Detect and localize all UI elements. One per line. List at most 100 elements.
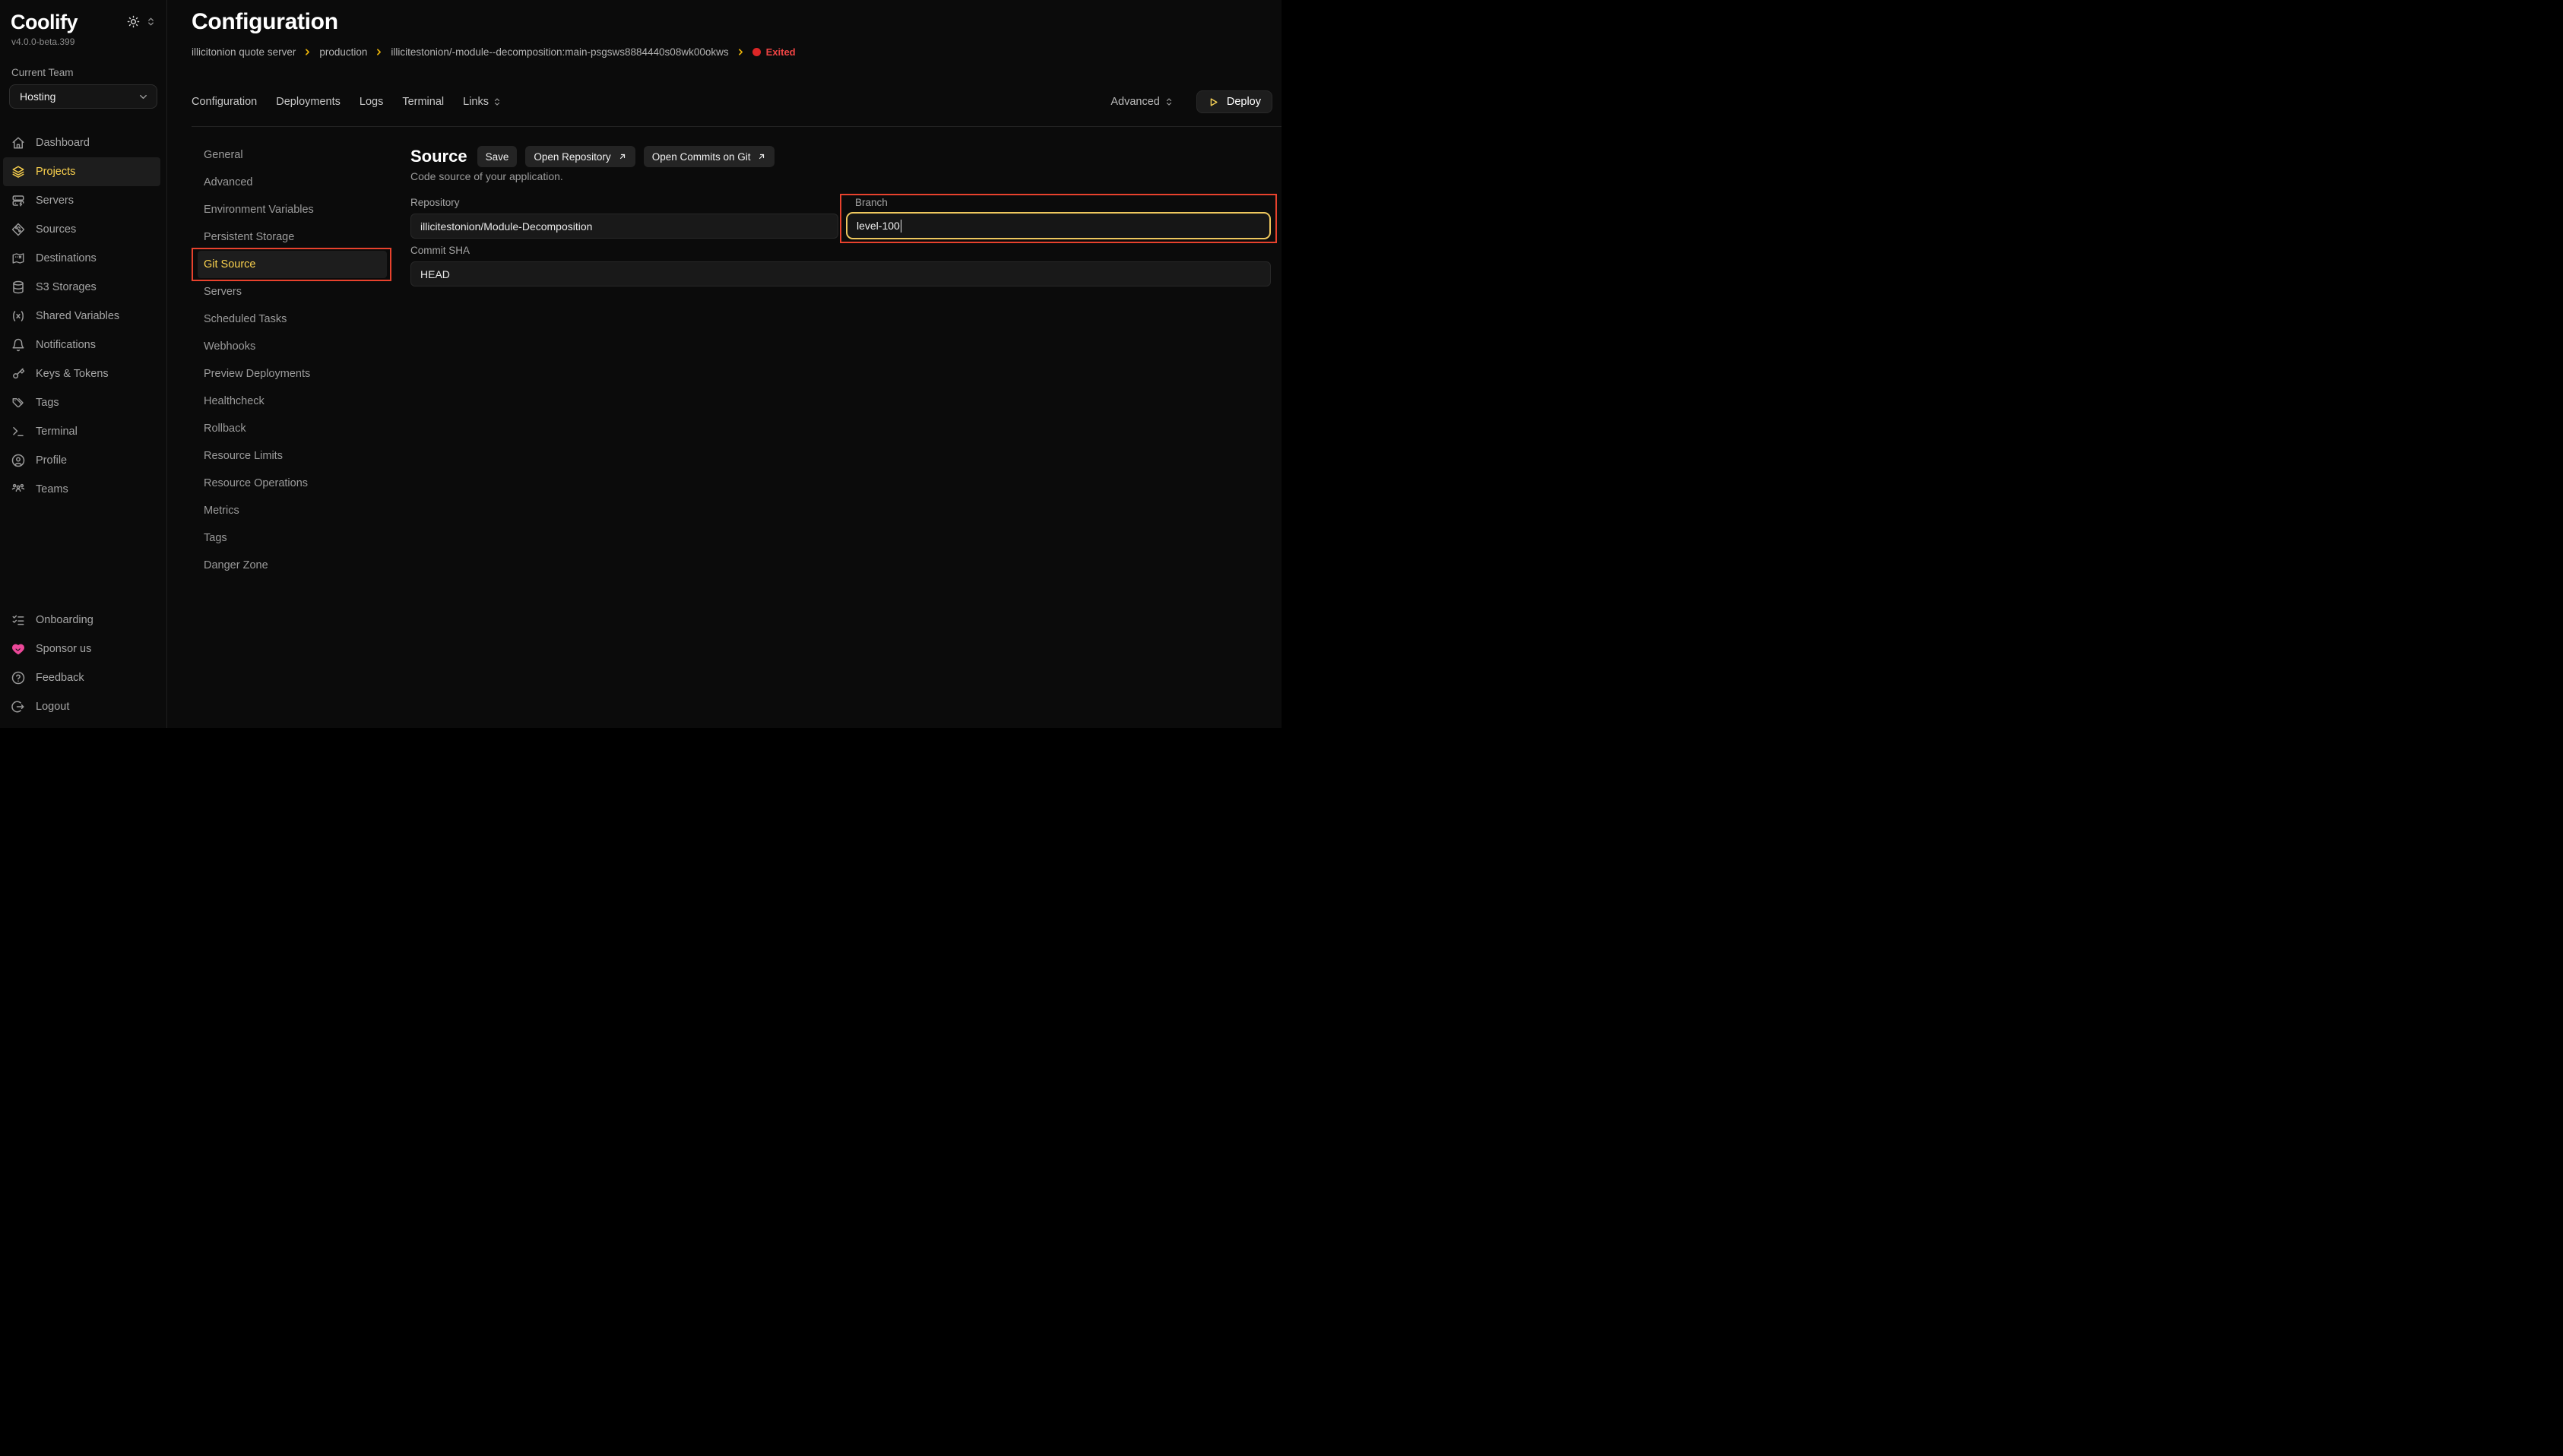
breadcrumb-resource[interactable]: illicitestonion/-module--decomposition:m… <box>391 46 728 58</box>
sidebar-item-label: Shared Variables <box>36 310 119 322</box>
subnav-healthcheck[interactable]: Healthcheck <box>198 388 387 415</box>
tab-links[interactable]: Links <box>463 96 502 108</box>
sidebar-item-sponsor[interactable]: Sponsor us <box>3 635 160 663</box>
tab-links-label: Links <box>463 96 489 108</box>
subnav-resource-operations[interactable]: Resource Operations <box>198 470 387 497</box>
subnav-environment-variables[interactable]: Environment Variables <box>198 196 387 223</box>
sidebar-item-onboarding[interactable]: Onboarding <box>3 606 160 635</box>
sidebar-item-sources[interactable]: Sources <box>3 215 160 244</box>
config-subnav: General Advanced Environment Variables P… <box>198 141 387 579</box>
heart-icon <box>11 642 25 656</box>
sidebar-item-terminal[interactable]: Terminal <box>3 417 160 446</box>
subnav-servers[interactable]: Servers <box>198 278 387 305</box>
tabs-row: Configuration Deployments Logs Terminal … <box>192 90 1272 114</box>
subnav-danger-zone[interactable]: Danger Zone <box>198 552 387 579</box>
app-version: v4.0.0-beta.399 <box>0 33 166 47</box>
branch-value: level-100 <box>857 220 900 232</box>
tabs-divider <box>192 126 1282 127</box>
repository-input[interactable] <box>410 214 838 239</box>
branch-input[interactable]: level-100 <box>846 212 1271 239</box>
text-cursor <box>901 220 902 233</box>
sidebar-item-label: Profile <box>36 454 67 467</box>
chevrons-up-down-icon <box>493 97 502 106</box>
tab-deployments[interactable]: Deployments <box>276 96 341 108</box>
sidebar-item-feedback[interactable]: Feedback <box>3 663 160 692</box>
sidebar-item-label: Dashboard <box>36 137 90 149</box>
chevron-right-icon <box>736 47 746 57</box>
main-area: Configuration illicitonion quote server … <box>167 0 1282 728</box>
open-repository-button[interactable]: Open Repository <box>525 146 635 167</box>
sidebar-item-logout[interactable]: Logout <box>3 692 160 721</box>
sidebar-item-label: Teams <box>36 483 68 495</box>
sidebar-item-destinations[interactable]: Destinations <box>3 244 160 273</box>
sidebar-item-label: S3 Storages <box>36 281 97 293</box>
external-link-icon <box>757 152 766 161</box>
breadcrumb: illicitonion quote server production ill… <box>192 44 796 59</box>
sidebar-item-label: Sponsor us <box>36 643 91 655</box>
tab-terminal[interactable]: Terminal <box>402 96 444 108</box>
sidebar-item-label: Servers <box>36 195 74 207</box>
current-team-label: Current Team <box>0 47 166 78</box>
sidebar-item-label: Logout <box>36 701 69 713</box>
sidebar: Coolify v4.0.0-beta.399 Current Team Hos… <box>0 0 167 728</box>
subnav-scheduled-tasks[interactable]: Scheduled Tasks <box>198 305 387 333</box>
sidebar-item-notifications[interactable]: Notifications <box>3 331 160 359</box>
sidebar-item-label: Destinations <box>36 252 97 264</box>
subnav-git-source[interactable]: Git Source <box>198 251 387 278</box>
subnav-advanced[interactable]: Advanced <box>198 169 387 196</box>
status-dot-icon <box>752 48 761 56</box>
repository-label: Repository <box>410 197 460 208</box>
advanced-label: Advanced <box>1110 96 1160 108</box>
theme-sun-icon[interactable] <box>127 15 140 28</box>
status-badge: Exited <box>752 46 796 58</box>
tags-icon <box>11 396 25 410</box>
team-select-value: Hosting <box>20 90 55 103</box>
breadcrumb-environment[interactable]: production <box>319 46 367 58</box>
subnav-webhooks[interactable]: Webhooks <box>198 333 387 360</box>
sidebar-item-tags[interactable]: Tags <box>3 388 160 417</box>
page-title: Configuration <box>192 9 338 35</box>
subnav-resource-limits[interactable]: Resource Limits <box>198 442 387 470</box>
sidebar-item-profile[interactable]: Profile <box>3 446 160 475</box>
sidebar-item-projects[interactable]: Projects <box>3 157 160 186</box>
sidebar-item-keys-tokens[interactable]: Keys & Tokens <box>3 359 160 388</box>
subnav-metrics[interactable]: Metrics <box>198 497 387 524</box>
chevron-right-icon <box>303 47 312 57</box>
sidebar-item-dashboard[interactable]: Dashboard <box>3 128 160 157</box>
sidebar-item-s3-storages[interactable]: S3 Storages <box>3 273 160 302</box>
users-icon <box>11 483 25 496</box>
sidebar-item-teams[interactable]: Teams <box>3 475 160 504</box>
sidebar-item-label: Tags <box>36 397 59 409</box>
sidebar-nav: Dashboard Projects Servers Sources Desti… <box>0 128 166 504</box>
subnav-rollback[interactable]: Rollback <box>198 415 387 442</box>
branch-label: Branch <box>855 197 888 208</box>
team-select[interactable]: Hosting <box>9 84 157 109</box>
sidebar-item-label: Terminal <box>36 426 78 438</box>
server-icon <box>11 194 25 207</box>
commit-sha-label: Commit SHA <box>410 245 470 256</box>
deploy-button[interactable]: Deploy <box>1196 90 1272 113</box>
breadcrumb-project[interactable]: illicitonion quote server <box>192 46 296 58</box>
variables-icon <box>11 309 25 323</box>
tab-configuration[interactable]: Configuration <box>192 96 257 108</box>
app-logo: Coolify <box>11 11 78 33</box>
tab-logs[interactable]: Logs <box>360 96 383 108</box>
sidebar-item-servers[interactable]: Servers <box>3 186 160 215</box>
source-description: Code source of your application. <box>410 170 563 182</box>
git-icon <box>11 223 25 236</box>
bell-icon <box>11 338 25 352</box>
sidebar-footer-nav: Onboarding Sponsor us Feedback Logout <box>0 606 166 721</box>
subnav-general[interactable]: General <box>198 141 387 169</box>
advanced-dropdown[interactable]: Advanced <box>1110 96 1174 108</box>
chevron-down-icon <box>138 91 149 103</box>
key-icon <box>11 367 25 381</box>
subnav-tags[interactable]: Tags <box>198 524 387 552</box>
open-commits-button[interactable]: Open Commits on Git <box>644 146 775 167</box>
theme-chevrons-up-down-icon[interactable] <box>146 17 156 27</box>
subnav-preview-deployments[interactable]: Preview Deployments <box>198 360 387 388</box>
sidebar-item-shared-variables[interactable]: Shared Variables <box>3 302 160 331</box>
sidebar-item-label: Keys & Tokens <box>36 368 109 380</box>
subnav-persistent-storage[interactable]: Persistent Storage <box>198 223 387 251</box>
save-button[interactable]: Save <box>477 146 518 167</box>
commit-sha-input[interactable] <box>410 261 1271 286</box>
